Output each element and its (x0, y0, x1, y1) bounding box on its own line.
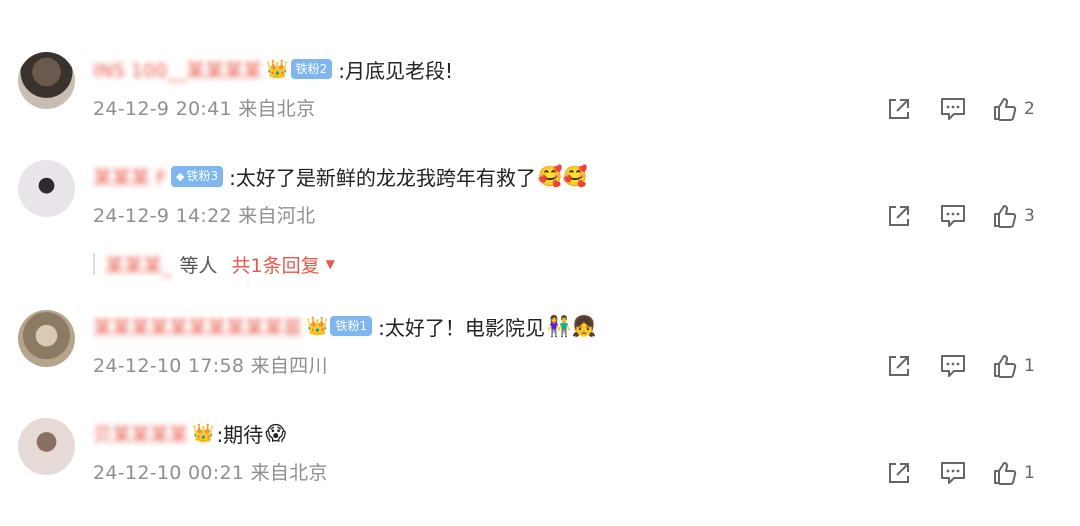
share-button[interactable] (884, 458, 914, 488)
fan-badge[interactable]: 铁粉1 (330, 316, 373, 336)
like-button[interactable]: 2 (992, 94, 1035, 124)
share-button[interactable] (884, 94, 914, 124)
comment-text: :期待 (216, 422, 264, 447)
comment-text: :月底见老段! (338, 58, 454, 83)
username[interactable]: 某某某 F (93, 163, 167, 190)
emoji-group: 👫👧 (546, 314, 597, 338)
comment-timestamp: 24-12-9 14:22 来自河北 (93, 205, 316, 227)
caret-down-icon[interactable]: ▼ (326, 257, 335, 271)
comment-button[interactable] (938, 94, 968, 124)
share-button[interactable] (884, 201, 914, 231)
share-icon (889, 99, 909, 119)
comment-timestamp: 24-12-10 17:58 来自四川 (93, 355, 328, 377)
avatar[interactable] (18, 160, 75, 217)
username[interactable]: 某某某某某某某某某某苗 (93, 313, 302, 340)
comment-text: :太好了！电影院见 (378, 315, 545, 340)
like-count: 1 (1024, 356, 1035, 376)
comment-icon (941, 98, 965, 120)
reply-divider (93, 253, 95, 275)
comment-icon (941, 355, 965, 377)
crown-icon: 👑 (306, 315, 329, 337)
comment-timestamp: 24-12-9 20:41 来自北京 (93, 98, 316, 120)
share-icon (889, 356, 909, 376)
reply-suffix: 等人 (179, 254, 218, 277)
diamond-icon: ◆ (175, 169, 185, 183)
like-button[interactable]: 1 (992, 351, 1035, 381)
emoji-group: 🥰🥰 (537, 164, 588, 188)
username[interactable]: INS 100__某某某某 (93, 56, 262, 83)
crown-icon: 👑 (266, 58, 289, 80)
thumbs-up-icon (994, 355, 1017, 378)
comment-button[interactable] (938, 458, 968, 488)
like-count: 2 (1024, 99, 1035, 119)
thumbs-up-icon (994, 462, 1017, 485)
like-count: 3 (1024, 206, 1035, 226)
fan-badge[interactable]: 铁粉2 (290, 59, 333, 79)
thumbs-up-icon (994, 98, 1017, 121)
reply-usernames[interactable]: 某某某_ (105, 251, 172, 278)
replies-summary[interactable]: 某某某_ 等人 共1条回复 ▼ (93, 249, 335, 279)
comment-timestamp: 24-12-10 00:21 来自北京 (93, 462, 328, 484)
avatar[interactable] (18, 52, 75, 109)
avatar[interactable] (18, 418, 75, 475)
emoji-group: 😱 (265, 421, 287, 445)
comment-icon (941, 462, 965, 484)
like-button[interactable]: 3 (992, 201, 1035, 231)
fan-badge[interactable]: ◆ 铁粉3 (170, 165, 224, 187)
crown-icon: 👑 (192, 422, 215, 444)
view-replies-link[interactable]: 共1条回复 (232, 251, 320, 278)
share-icon (889, 206, 909, 226)
like-button[interactable]: 1 (992, 458, 1035, 488)
like-count: 1 (1024, 463, 1035, 483)
comment-icon (941, 205, 965, 227)
comment-button[interactable] (938, 351, 968, 381)
comment-button[interactable] (938, 201, 968, 231)
share-icon (889, 463, 909, 483)
comment-text: :太好了是新鲜的龙龙我跨年有救了 (229, 165, 536, 190)
username[interactable]: 贝某某某某 (93, 420, 188, 447)
thumbs-up-icon (994, 205, 1017, 228)
avatar[interactable] (18, 310, 75, 367)
share-button[interactable] (884, 351, 914, 381)
